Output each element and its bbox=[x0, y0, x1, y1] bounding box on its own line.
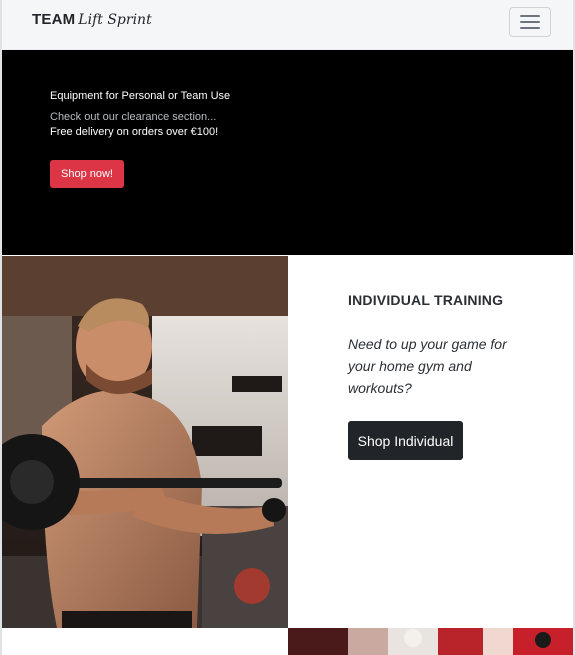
hero-subtitle: Check out our clearance section... bbox=[50, 111, 217, 123]
shop-now-button[interactable]: Shop now! bbox=[50, 160, 124, 188]
hero-delivery-text: Free delivery on orders over €100! bbox=[50, 126, 219, 138]
shop-individual-button[interactable]: Shop Individual bbox=[348, 421, 463, 460]
individual-training-text: Need to up your game for your home gym a… bbox=[348, 336, 507, 396]
team-training-photo bbox=[288, 628, 573, 655]
hero-banner: Equipment for Personal or Team Use Check… bbox=[2, 50, 573, 255]
hero-title: Equipment for Personal or Team Use bbox=[50, 90, 231, 102]
individual-training-photo bbox=[2, 256, 288, 628]
brand-lift-sprint-text: Lift Sprint bbox=[78, 12, 152, 28]
brand-logo[interactable]: TEAM Lift Sprint bbox=[32, 11, 152, 28]
individual-training-heading: INDIVIDUAL TRAINING bbox=[348, 292, 504, 308]
navbar-toggler-button[interactable] bbox=[509, 7, 551, 37]
individual-training-panel: INDIVIDUAL TRAINING Need to up your game… bbox=[288, 256, 573, 628]
bottom-left-area bbox=[2, 628, 288, 655]
navbar: TEAM Lift Sprint bbox=[2, 0, 573, 50]
brand-team-text: TEAM bbox=[32, 11, 76, 28]
